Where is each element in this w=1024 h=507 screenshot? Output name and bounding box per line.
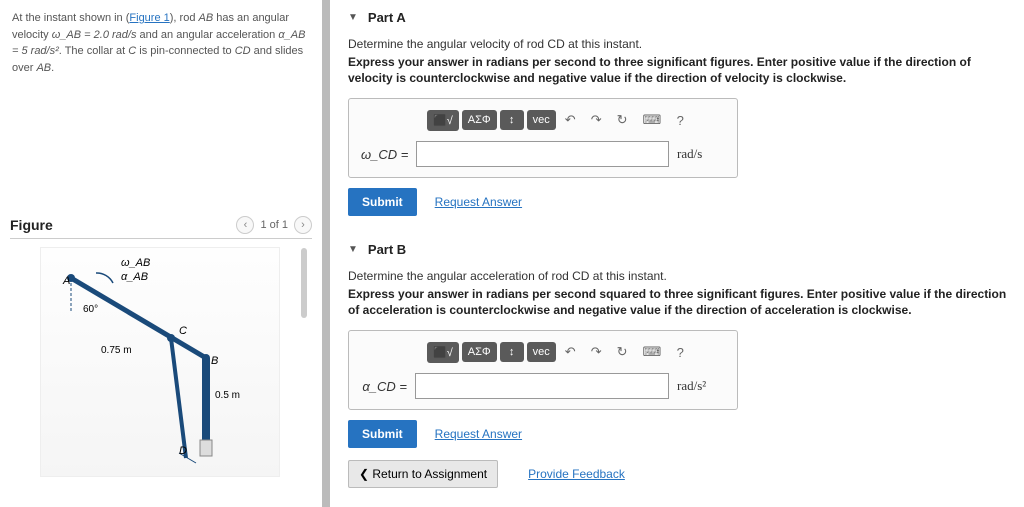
return-to-assignment-button[interactable]: ❮ Return to Assignment bbox=[348, 460, 498, 488]
part-a-answer-box: ⬛√ ΑΣΦ ↕ vec ↶ ↷ ↻ ⌨ ? ω_CD = rad/s bbox=[348, 98, 738, 178]
undo-button[interactable]: ↶ bbox=[559, 341, 582, 363]
part-a-instructions: Express your answer in radians per secon… bbox=[348, 55, 1012, 86]
subsup-button[interactable]: ↕ bbox=[500, 342, 524, 362]
figure-pager: ‹ 1 of 1 › bbox=[236, 216, 312, 234]
main-content: ▼ Part A Determine the angular velocity … bbox=[330, 0, 1024, 507]
provide-feedback-link[interactable]: Provide Feedback bbox=[528, 467, 625, 481]
part-b-answer-input[interactable] bbox=[415, 373, 669, 399]
svg-text:B: B bbox=[211, 355, 218, 367]
part-b-request-answer-link[interactable]: Request Answer bbox=[435, 427, 522, 441]
part-b-prompt: Determine the angular acceleration of ro… bbox=[348, 269, 1012, 283]
svg-text:A: A bbox=[62, 275, 70, 287]
figure-section: Figure ‹ 1 of 1 › bbox=[0, 216, 322, 477]
help-button[interactable]: ? bbox=[670, 342, 690, 363]
equation-toolbar-b: ⬛√ ΑΣΦ ↕ vec ↶ ↷ ↻ ⌨ ? bbox=[349, 341, 737, 373]
part-b-unit: rad/s² bbox=[677, 378, 725, 394]
part-b-instructions: Express your answer in radians per secon… bbox=[348, 287, 1012, 318]
reset-button[interactable]: ↻ bbox=[611, 341, 634, 363]
keyboard-button[interactable]: ⌨ bbox=[637, 109, 668, 131]
part-a-header[interactable]: ▼ Part A bbox=[348, 6, 1012, 29]
left-sidebar: At the instant shown in (Figure 1), rod … bbox=[0, 0, 330, 507]
svg-text:60°: 60° bbox=[83, 304, 98, 315]
equation-toolbar-a: ⬛√ ΑΣΦ ↕ vec ↶ ↷ ↻ ⌨ ? bbox=[349, 109, 737, 141]
greek-button[interactable]: ΑΣΦ bbox=[462, 110, 497, 130]
svg-text:α_AB: α_AB bbox=[121, 271, 148, 283]
part-b-var-label: α_CD = bbox=[361, 379, 407, 394]
mechanism-svg: ω_AB α_AB A B C D 60° 0.75 m 0.5 m bbox=[41, 248, 281, 478]
vec-button[interactable]: vec bbox=[527, 342, 556, 362]
part-a-var-label: ω_CD = bbox=[361, 147, 408, 162]
svg-text:C: C bbox=[179, 325, 187, 337]
problem-statement: At the instant shown in (Figure 1), rod … bbox=[0, 0, 322, 86]
subsup-button[interactable]: ↕ bbox=[500, 110, 524, 130]
part-b-submit-button[interactable]: Submit bbox=[348, 420, 417, 448]
keyboard-button[interactable]: ⌨ bbox=[637, 341, 668, 363]
part-a-request-answer-link[interactable]: Request Answer bbox=[435, 195, 522, 209]
scrollbar-thumb[interactable] bbox=[301, 248, 307, 318]
part-b-header[interactable]: ▼ Part B bbox=[348, 238, 1012, 261]
part-a-answer-input[interactable] bbox=[416, 141, 669, 167]
svg-text:ω_AB: ω_AB bbox=[121, 257, 150, 269]
svg-text:0.5 m: 0.5 m bbox=[215, 390, 240, 401]
figure-next-button[interactable]: › bbox=[294, 216, 312, 234]
part-a-title: Part A bbox=[368, 10, 406, 25]
svg-text:D: D bbox=[179, 445, 187, 457]
figure-link[interactable]: Figure 1 bbox=[129, 12, 169, 24]
redo-button[interactable]: ↷ bbox=[585, 109, 608, 131]
part-a-unit: rad/s bbox=[677, 146, 725, 162]
caret-down-icon: ▼ bbox=[348, 244, 358, 255]
vec-button[interactable]: vec bbox=[527, 110, 556, 130]
part-a-prompt: Determine the angular velocity of rod CD… bbox=[348, 37, 1012, 51]
caret-down-icon: ▼ bbox=[348, 12, 358, 23]
figure-prev-button[interactable]: ‹ bbox=[236, 216, 254, 234]
figure-page-indicator: 1 of 1 bbox=[260, 219, 288, 231]
svg-text:0.75 m: 0.75 m bbox=[101, 345, 132, 356]
templates-button[interactable]: ⬛√ bbox=[427, 342, 459, 363]
help-button[interactable]: ? bbox=[670, 110, 690, 131]
reset-button[interactable]: ↻ bbox=[611, 109, 634, 131]
greek-button[interactable]: ΑΣΦ bbox=[462, 342, 497, 362]
redo-button[interactable]: ↷ bbox=[585, 341, 608, 363]
part-a-submit-button[interactable]: Submit bbox=[348, 188, 417, 216]
figure-title: Figure bbox=[10, 217, 53, 233]
omega-ab-value: ω_AB = 2.0 rad/s bbox=[52, 29, 137, 41]
templates-button[interactable]: ⬛√ bbox=[427, 110, 459, 131]
part-b-answer-box: ⬛√ ΑΣΦ ↕ vec ↶ ↷ ↻ ⌨ ? α_CD = rad/s² bbox=[348, 330, 738, 410]
undo-button[interactable]: ↶ bbox=[559, 109, 582, 131]
part-b-title: Part B bbox=[368, 242, 406, 257]
figure-diagram: ω_AB α_AB A B C D 60° 0.75 m 0.5 m bbox=[40, 247, 280, 477]
